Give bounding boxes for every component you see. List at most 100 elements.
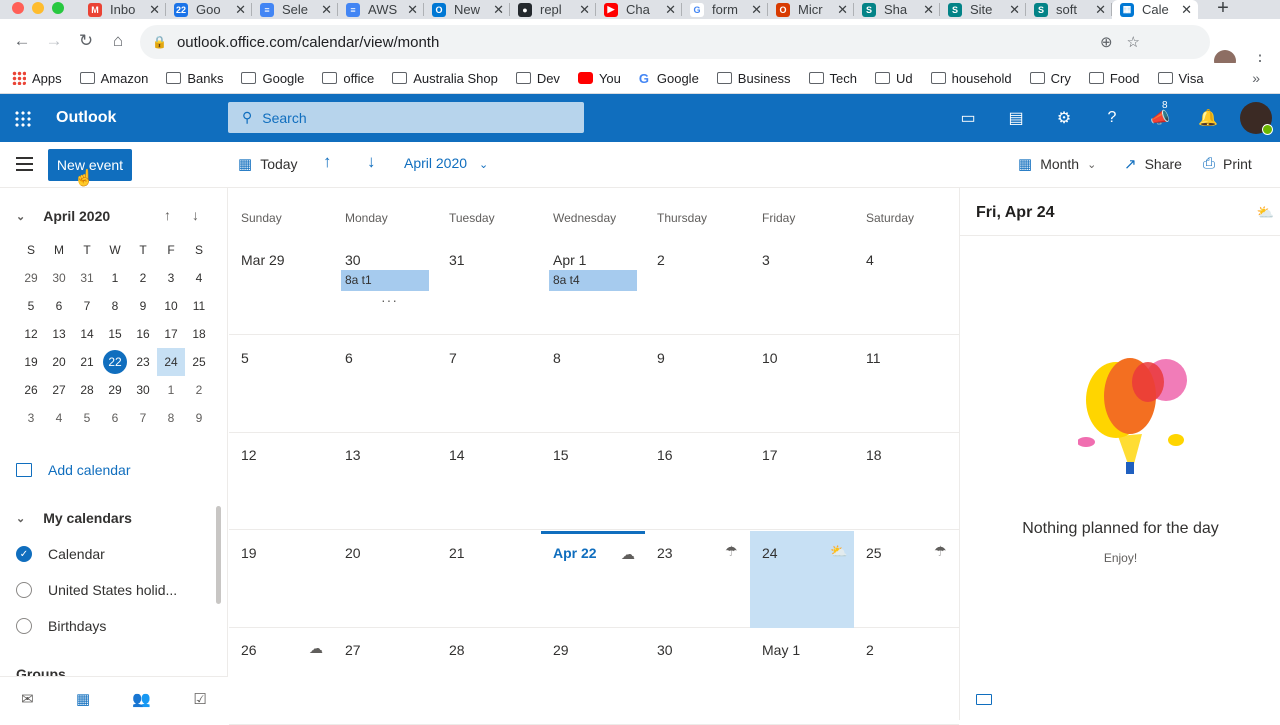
mini-calendar-day[interactable]: 5 <box>17 292 45 320</box>
mini-calendar-day[interactable]: 17 <box>157 320 185 348</box>
print-button[interactable]: ⎙ Print <box>1203 155 1252 172</box>
mini-calendar-day[interactable]: 31 <box>73 264 101 292</box>
day-cell[interactable]: May 1 <box>750 628 854 725</box>
more-events-indicator[interactable]: ··· <box>381 292 398 308</box>
share-button[interactable]: ↗ Share <box>1124 155 1182 173</box>
previous-month-arrow-icon[interactable]: ↑ <box>323 152 332 172</box>
calendar-list-item[interactable]: Birthdays <box>16 618 106 634</box>
day-cell[interactable]: 7 <box>437 336 541 433</box>
mini-calendar-day[interactable]: 4 <box>45 404 73 432</box>
add-calendar-link[interactable]: Add calendar <box>16 462 131 478</box>
day-cell[interactable]: 23 ☂ <box>645 531 749 628</box>
day-cell[interactable]: 19 <box>229 531 333 628</box>
bookmark-item[interactable]: Tech <box>808 71 857 86</box>
bookmark-item[interactable]: You <box>577 71 621 86</box>
mini-calendar-day[interactable]: 5 <box>73 404 101 432</box>
month-picker[interactable]: April 2020 ⌄ <box>404 155 488 171</box>
mini-calendar-day[interactable]: 30 <box>129 376 157 404</box>
feedback-megaphone-icon[interactable]: 📣 8 <box>1136 100 1184 128</box>
bookmark-item[interactable]: Food <box>1088 71 1140 86</box>
new-tab-button[interactable]: + <box>1208 0 1238 18</box>
mini-calendar-day[interactable]: 3 <box>157 264 185 292</box>
url-text[interactable]: outlook.office.com/calendar/view/month <box>177 34 439 51</box>
bookmark-item[interactable]: Dev <box>515 71 560 86</box>
account-avatar[interactable] <box>1240 102 1273 135</box>
search-box[interactable]: ⚲ Search <box>228 102 584 133</box>
mini-calendar-day[interactable]: 25 <box>185 348 213 376</box>
bookmark-item[interactable]: Visa <box>1157 71 1204 86</box>
mini-calendar-day[interactable]: 10 <box>157 292 185 320</box>
day-cell[interactable]: 29 <box>541 628 645 725</box>
browser-tab[interactable]: ▶ Cha ✕ <box>596 0 682 19</box>
back-icon[interactable]: ← <box>6 31 38 51</box>
day-cell[interactable]: 30 <box>645 628 749 725</box>
tab-close-icon[interactable]: ✕ <box>579 2 590 18</box>
calendar-list-item[interactable]: United States holid... <box>16 582 177 598</box>
tab-close-icon[interactable]: ✕ <box>751 2 762 18</box>
day-cell[interactable]: 2 <box>645 238 749 335</box>
unchecked-circle-icon[interactable] <box>16 582 32 598</box>
calendar-add-icon[interactable]: ▤ <box>992 108 1040 128</box>
view-switcher-button[interactable]: ▦ Month ⌄ <box>1018 155 1096 173</box>
mini-calendar-day[interactable]: 20 <box>45 348 73 376</box>
day-cell[interactable]: 18 <box>854 433 958 530</box>
mini-calendar-title[interactable]: April 2020 <box>43 208 110 224</box>
bookmark-item[interactable]: Business <box>716 71 791 86</box>
browser-tab[interactable]: S Sha ✕ <box>854 0 940 19</box>
mini-calendar-day[interactable]: 14 <box>73 320 101 348</box>
bookmark-item[interactable]: Google <box>241 71 304 86</box>
browser-tab[interactable]: 22 Goo ✕ <box>166 0 252 19</box>
mini-calendar-day[interactable]: 12 <box>17 320 45 348</box>
browser-tab[interactable]: S Site ✕ <box>940 0 1026 19</box>
browser-tab[interactable]: ● repl ✕ <box>510 0 596 19</box>
mini-calendar-day[interactable]: 8 <box>157 404 185 432</box>
mini-calendar-day[interactable]: 11 <box>185 292 213 320</box>
day-cell[interactable]: 11 <box>854 336 958 433</box>
app-launcher-icon[interactable] <box>14 110 32 128</box>
browser-tab[interactable]: ≡ Sele ✕ <box>252 0 338 19</box>
tab-close-icon[interactable]: ✕ <box>1095 2 1106 18</box>
mini-calendar-day[interactable]: 4 <box>185 264 213 292</box>
mini-calendar-day[interactable]: 29 <box>101 376 129 404</box>
help-icon[interactable]: ? <box>1088 109 1136 127</box>
home-icon[interactable]: ⌂ <box>102 31 134 51</box>
my-day-icon[interactable]: ▭ <box>944 108 992 128</box>
day-cell[interactable]: 14 <box>437 433 541 530</box>
forward-icon[interactable]: → <box>38 31 70 51</box>
mini-calendar-day[interactable]: 19 <box>17 348 45 376</box>
bookmark-item[interactable]: Apps <box>12 71 62 86</box>
hamburger-menu-icon[interactable] <box>16 157 33 171</box>
zoom-window-button[interactable] <box>52 2 64 14</box>
day-cell[interactable]: 5 <box>229 336 333 433</box>
day-cell[interactable]: 8 <box>541 336 645 433</box>
bookmark-item[interactable]: G Google <box>639 71 699 86</box>
day-cell[interactable]: 6 <box>333 336 437 433</box>
bookmark-item[interactable]: Cry <box>1029 71 1071 86</box>
tab-close-icon[interactable]: ✕ <box>1181 2 1192 18</box>
checked-circle-icon[interactable]: ✓ <box>16 546 32 562</box>
mini-calendar-day[interactable]: 23 <box>129 348 157 376</box>
day-cell[interactable]: 17 <box>750 433 854 530</box>
day-cell[interactable]: Mar 29 <box>229 238 333 335</box>
mini-calendar-day[interactable]: 16 <box>129 320 157 348</box>
mini-calendar-day[interactable]: 30 <box>45 264 73 292</box>
mini-calendar-day[interactable]: 8 <box>101 292 129 320</box>
expand-pane-icon[interactable] <box>976 694 992 705</box>
day-cell[interactable]: 2 <box>854 628 958 725</box>
calendar-icon[interactable]: ▦ <box>76 690 90 708</box>
mini-calendar-day[interactable]: 13 <box>45 320 73 348</box>
unchecked-circle-icon[interactable] <box>16 618 32 634</box>
bookmark-star-icon[interactable]: ☆ <box>1127 33 1140 51</box>
mini-calendar-day[interactable]: 28 <box>73 376 101 404</box>
today-button[interactable]: ▦ Today <box>238 155 298 173</box>
browser-tab[interactable]: M Inbo ✕ <box>80 0 166 19</box>
day-cell[interactable]: 28 <box>437 628 541 725</box>
mini-calendar-day[interactable]: 2 <box>129 264 157 292</box>
mini-calendar-day[interactable]: 1 <box>157 376 185 404</box>
tab-close-icon[interactable]: ✕ <box>1009 2 1020 18</box>
bell-icon[interactable]: 🔔 <box>1184 108 1232 128</box>
mini-calendar-day[interactable]: 6 <box>45 292 73 320</box>
calendar-list-item[interactable]: ✓ Calendar <box>16 546 105 562</box>
mini-calendar-day[interactable]: 7 <box>129 404 157 432</box>
mini-calendar-day[interactable]: 18 <box>185 320 213 348</box>
